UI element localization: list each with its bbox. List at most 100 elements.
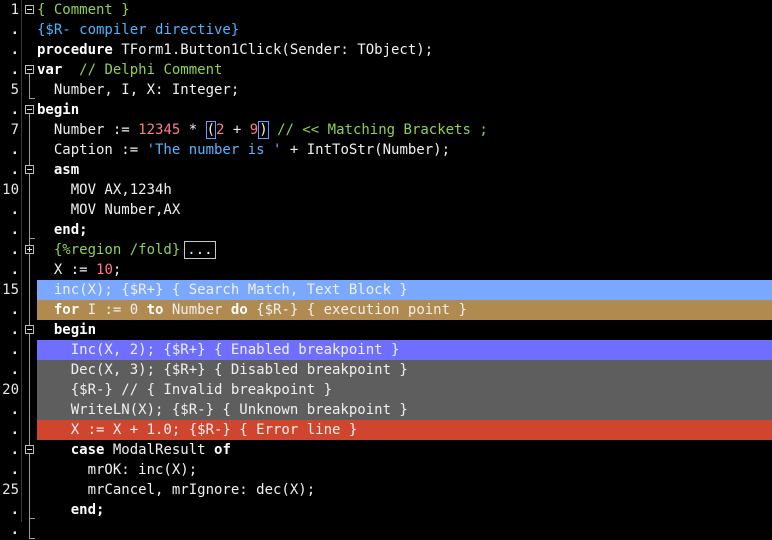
code-token: begin	[37, 322, 97, 338]
collapsed-fold-marker[interactable]: ...	[184, 241, 216, 259]
code-text[interactable]: Number := 12345 * (2 + 9) // << Matching…	[37, 120, 488, 140]
line-number: .	[10, 362, 19, 378]
code-token: *	[180, 122, 206, 138]
code-text[interactable]: asm	[37, 160, 79, 180]
code-token: (	[205, 121, 217, 139]
code-line[interactable]: 7 Number := 12345 * (2 + 9) // << Matchi…	[0, 120, 772, 140]
line-number: .	[10, 62, 19, 78]
code-token: WriteLN(X); {$R-} { Unknown breakpoint }	[37, 402, 408, 418]
code-line[interactable]: . {$R- compiler directive}	[0, 20, 772, 40]
code-text[interactable]: X := 10;	[37, 260, 121, 280]
code-token: TForm1.Button1Click(Sender: TObject);	[112, 42, 434, 58]
code-text[interactable]: MOV Number,AX	[37, 200, 181, 220]
code-text[interactable]: for I := 0 to Number do {$R-} { executio…	[37, 300, 467, 320]
code-text[interactable]: end;	[37, 500, 105, 520]
code-token: for	[53, 302, 80, 318]
code-token: +	[224, 122, 250, 138]
line-number: 1	[10, 2, 19, 18]
code-text[interactable]: var // Delphi Comment	[37, 60, 222, 80]
line-number: 25	[2, 482, 19, 498]
code-text[interactable]: case ModalResult of	[37, 440, 231, 460]
code-line[interactable]: . var // Delphi Comment	[0, 60, 772, 80]
line-number: 20	[2, 382, 19, 398]
code-editor[interactable]: 1 { Comment }. {$R- compiler directive}. pr…	[0, 0, 772, 539]
code-token: MOV Number,AX	[37, 202, 181, 218]
code-text[interactable]: mrCancel, mrIgnore: dec(X);	[37, 480, 316, 500]
code-line[interactable]: 5 Number, I, X: Integer;	[0, 80, 772, 100]
code-text[interactable]: end;	[37, 220, 88, 240]
code-line[interactable]: . mrOK: inc(X);	[0, 460, 772, 480]
code-line[interactable]: 25 mrCancel, mrIgnore: dec(X);	[0, 480, 772, 500]
code-line[interactable]: 1 { Comment }	[0, 0, 772, 20]
code-line[interactable]: 10 MOV AX,1234h	[0, 180, 772, 200]
code-text[interactable]: {%region /fold}...	[37, 240, 216, 260]
code-line[interactable]: . begin	[0, 100, 772, 120]
code-text[interactable]: procedure TForm1.Button1Click(Sender: TO…	[37, 40, 433, 60]
code-line[interactable]: . {%region /fold}...	[0, 240, 772, 260]
code-line[interactable]: .	[0, 520, 772, 540]
code-text[interactable]: MOV AX,1234h	[37, 180, 172, 200]
code-line[interactable]: . end;	[0, 500, 772, 520]
code-text[interactable]: Dec(X, 3); {$R+} { Disabled breakpoint }	[37, 360, 408, 380]
line-number: .	[10, 162, 19, 178]
code-line[interactable]: . Inc(X, 2); {$R+} { Enabled breakpoint …	[0, 340, 772, 360]
code-token: I := 0	[79, 302, 147, 318]
line-number: .	[10, 402, 19, 418]
code-token: 'The number is '	[146, 142, 282, 158]
code-token: { Comment }	[37, 2, 130, 18]
code-text[interactable]: inc(X); {$R+} { Search Match, Text Block…	[37, 280, 408, 300]
line-number: .	[10, 342, 19, 358]
line-number: .	[10, 22, 19, 38]
code-line[interactable]: . Dec(X, 3); {$R+} { Disabled breakpoint…	[0, 360, 772, 380]
code-line[interactable]: . X := 10;	[0, 260, 772, 280]
code-token: 9	[249, 122, 259, 138]
line-number: .	[10, 202, 19, 218]
code-token: Inc(X, 2); {$R+} { Enabled breakpoint }	[37, 342, 400, 358]
code-text[interactable]: X := X + 1.0; {$R-} { Error line }	[37, 420, 358, 440]
code-token: inc(X); {$R+} { Search Match, Text Block…	[37, 282, 408, 298]
code-line[interactable]: . begin	[0, 320, 772, 340]
code-text[interactable]: Number, I, X: Integer;	[37, 80, 239, 100]
code-line[interactable]: . X := X + 1.0; {$R-} { Error line }	[0, 420, 772, 440]
line-number: .	[10, 222, 19, 238]
line-number: .	[10, 442, 19, 458]
code-token: + IntToStr(Number);	[281, 142, 451, 158]
code-token: begin	[37, 102, 80, 118]
code-text[interactable]: {$R- compiler directive}	[37, 20, 239, 40]
code-token: do	[230, 302, 248, 318]
code-token: Dec(X, 3); {$R+} { Disabled breakpoint }	[37, 362, 408, 378]
line-number: 5	[10, 82, 19, 98]
code-token: Number :=	[37, 122, 139, 138]
code-text[interactable]: begin	[37, 320, 96, 340]
code-text[interactable]: { Comment }	[37, 0, 130, 20]
code-line[interactable]: . case ModalResult of	[0, 440, 772, 460]
code-text[interactable]: {$R-} // { Invalid breakpoint }	[37, 380, 332, 400]
code-text[interactable]: mrOK: inc(X);	[37, 460, 198, 480]
code-line[interactable]: . Caption := 'The number is ' + IntToStr…	[0, 140, 772, 160]
line-number: .	[10, 422, 19, 438]
code-token: Number	[163, 302, 231, 318]
code-token: asm	[37, 162, 80, 178]
code-token: {$R- compiler directive}	[37, 22, 240, 38]
code-token: 10	[96, 262, 113, 278]
code-line[interactable]: . end;	[0, 220, 772, 240]
code-token: X :=	[37, 262, 97, 278]
code-text[interactable]: Inc(X, 2); {$R+} { Enabled breakpoint }	[37, 340, 400, 360]
code-line[interactable]: 20 {$R-} // { Invalid breakpoint }	[0, 380, 772, 400]
code-line[interactable]: . for I := 0 to Number do {$R-} { execut…	[0, 300, 772, 320]
code-line[interactable]: . procedure TForm1.Button1Click(Sender: T…	[0, 40, 772, 60]
code-line[interactable]: 15 inc(X); {$R+} { Search Match, Text Bl…	[0, 280, 772, 300]
code-text[interactable]: WriteLN(X); {$R-} { Unknown breakpoint }	[37, 400, 408, 420]
code-text[interactable]: Caption := 'The number is ' + IntToStr(N…	[37, 140, 450, 160]
code-token: // Delphi Comment	[79, 62, 223, 78]
code-text[interactable]: begin	[37, 100, 79, 120]
line-number: .	[10, 142, 19, 158]
code-token: end;	[37, 502, 105, 518]
code-line[interactable]: . asm	[0, 160, 772, 180]
line-number: 10	[2, 182, 19, 198]
code-token: var	[37, 62, 63, 78]
code-line[interactable]: . WriteLN(X); {$R-} { Unknown breakpoint…	[0, 400, 772, 420]
code-line[interactable]: . MOV Number,AX	[0, 200, 772, 220]
line-number: .	[10, 262, 19, 278]
